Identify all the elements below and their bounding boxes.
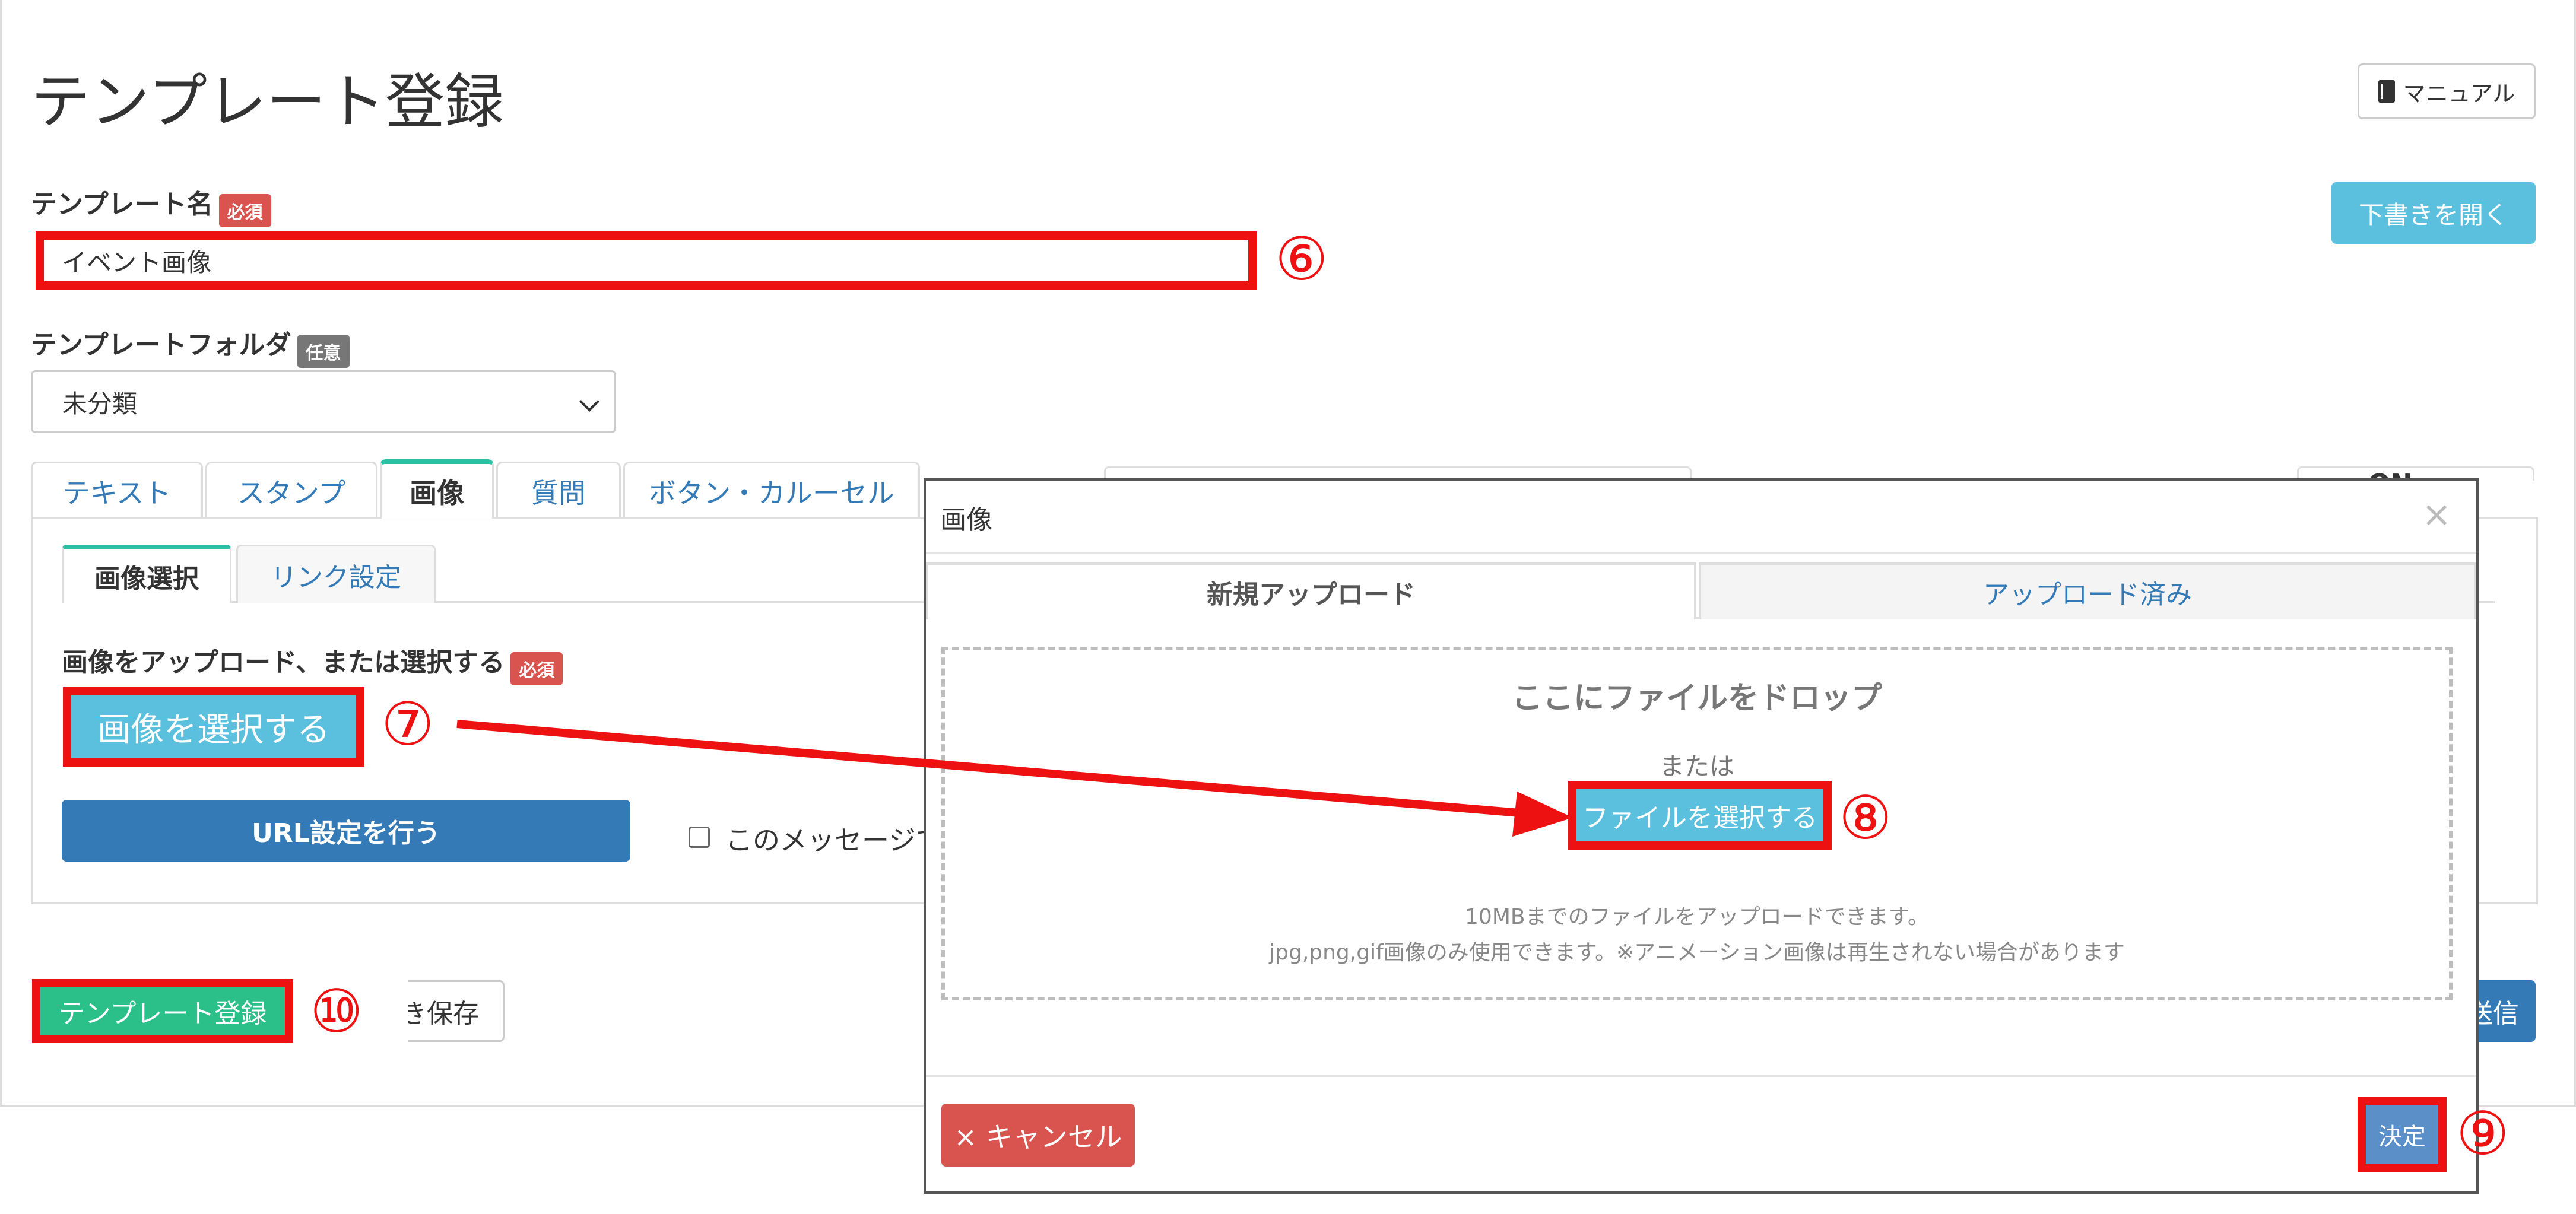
annotation-arrow [456, 720, 1573, 837]
tab-image[interactable]: 画像 [380, 459, 494, 519]
arrow-line [456, 720, 1520, 817]
arrow-head [1512, 792, 1573, 837]
